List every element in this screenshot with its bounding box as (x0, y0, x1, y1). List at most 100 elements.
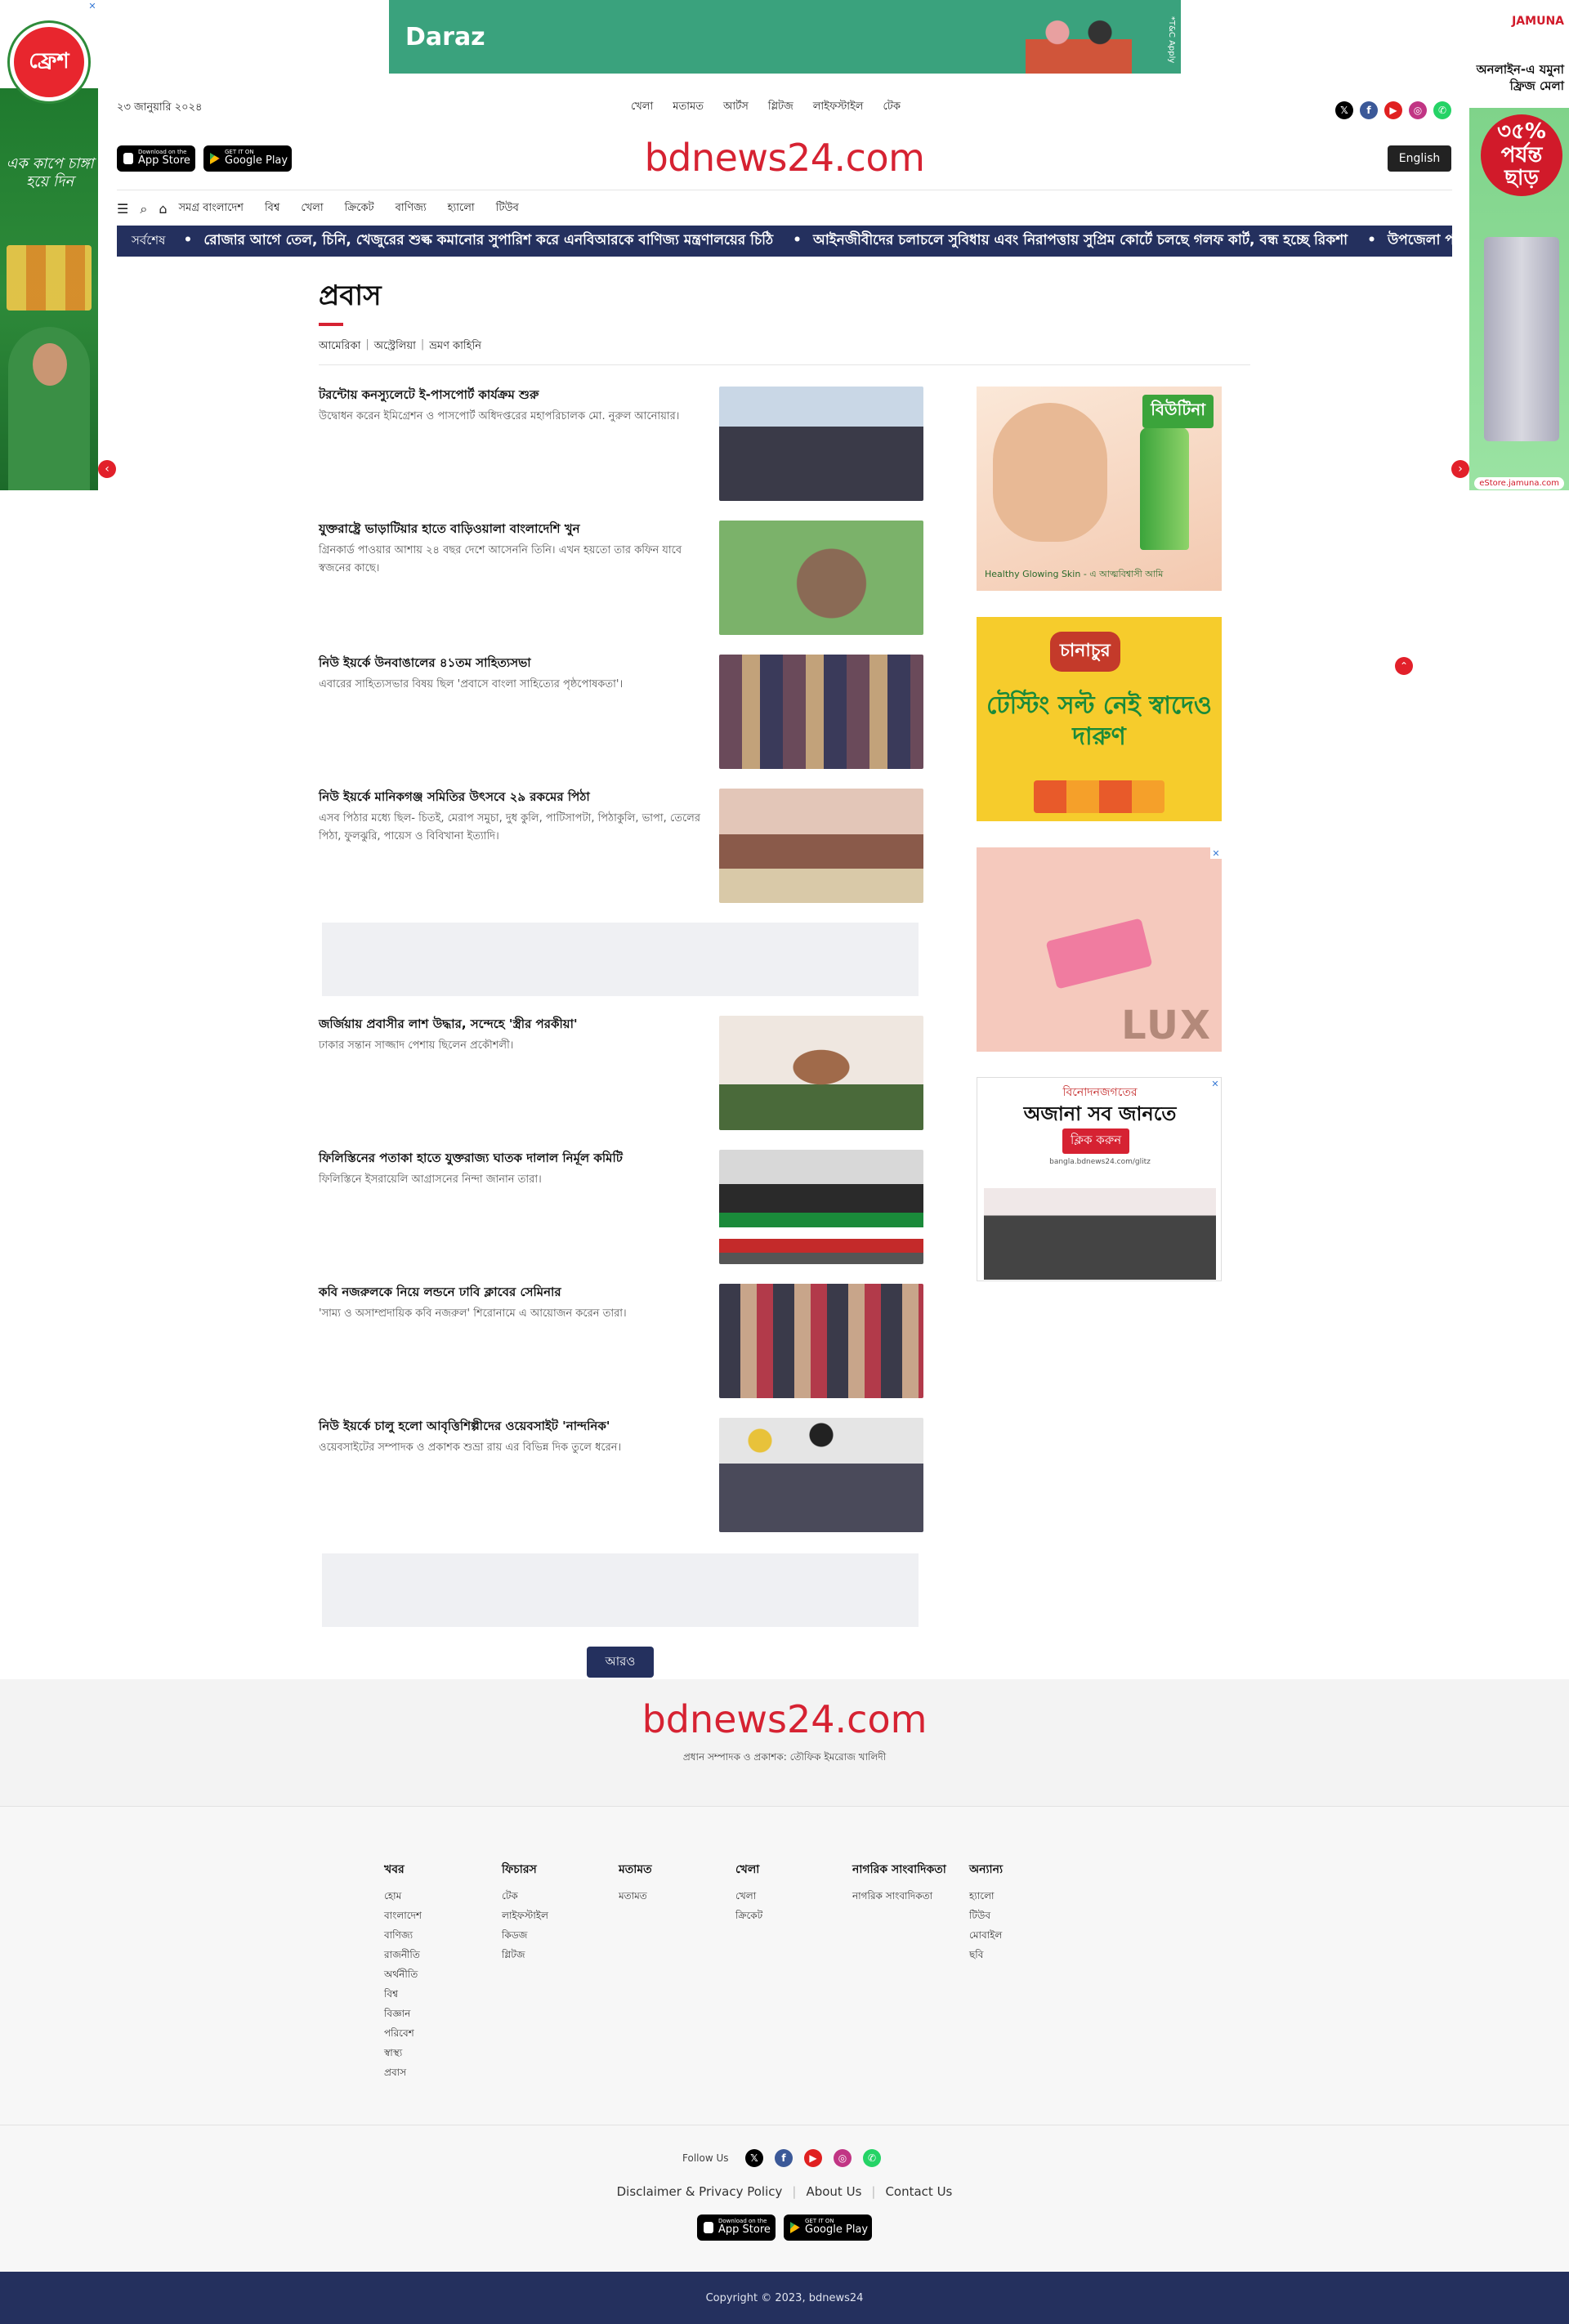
story-title[interactable]: জর্জিয়ায় প্রবাসীর লাশ উদ্ধার, সন্দেহে … (319, 1016, 703, 1032)
story-thumbnail[interactable] (719, 1150, 923, 1264)
nav-item[interactable]: খেলা (301, 200, 323, 217)
story-thumbnail[interactable] (719, 655, 923, 769)
ad-close-icon[interactable]: ✕ (87, 0, 98, 11)
footer-link[interactable]: Contact Us (875, 2184, 962, 2199)
footer-link[interactable]: খেলা (735, 1886, 842, 1906)
sidebar-ad[interactable]: LUX ✕ (977, 847, 1222, 1052)
x-icon[interactable]: 𝕏 (1335, 101, 1353, 119)
youtube-icon[interactable]: ▶ (1384, 101, 1402, 119)
ad-close-icon[interactable]: ✕ (1210, 847, 1222, 859)
footer-link[interactable]: পরিবেশ (384, 2023, 490, 2043)
nav-item[interactable]: ক্রিকেট (345, 200, 374, 217)
footer-link[interactable]: হোম (384, 1886, 490, 1906)
story-card[interactable]: ফিলিস্তিনের পতাকা হাতে যুক্তরাজ্য ঘাতক দ… (319, 1150, 923, 1264)
footer-link[interactable]: Disclaimer & Privacy Policy (607, 2184, 793, 2199)
story-card[interactable]: নিউ ইয়র্কে উনবাঙালের ৪১তম সাহিত্যসভা এব… (319, 655, 923, 769)
menu-icon[interactable]: ☰ (117, 201, 128, 217)
home-icon[interactable]: ⌂ (159, 201, 167, 217)
story-card[interactable]: জর্জিয়ায় প্রবাসীর লাশ উদ্ধার, সন্দেহে … (319, 1016, 923, 1130)
story-thumbnail[interactable] (719, 521, 923, 635)
youtube-icon[interactable]: ▶ (804, 2149, 822, 2167)
sidebar-ad[interactable]: চানাচুর টেস্টিং সল্ট নেই স্বাদেও দারুণ (977, 617, 1222, 821)
nav-item[interactable]: হ্যালো (448, 200, 475, 217)
footer-link[interactable]: নাগরিক সাংবাদিকতা (852, 1886, 967, 1906)
story-title[interactable]: নিউ ইয়র্কে মানিকগঞ্জ সমিতির উৎসবে ২৯ রক… (319, 789, 703, 805)
story-title[interactable]: যুক্তরাষ্ট্রে ভাড়াটিয়ার হাতে বাড়িওয়া… (319, 521, 703, 537)
story-title[interactable]: কবি নজরুলকে নিয়ে লন্ডনে ঢাবি ক্লাবের সে… (319, 1284, 703, 1300)
subnav-item[interactable]: আমেরিকা (319, 338, 360, 355)
top-link[interactable]: খেলা (631, 99, 653, 116)
whatsapp-icon[interactable]: ✆ (863, 2149, 881, 2167)
top-link[interactable]: লাইফস্টাইল (813, 99, 864, 116)
instagram-icon[interactable]: ◎ (1409, 101, 1427, 119)
story-thumbnail[interactable] (719, 1418, 923, 1532)
footer-link[interactable]: মতামত (619, 1886, 725, 1906)
footer-link[interactable]: স্বাস্থ্য (384, 2043, 490, 2063)
subnav-item[interactable]: অস্ট্রেলিয়া (374, 338, 416, 355)
footer-link[interactable]: বিশ্ব (384, 1984, 490, 2004)
story-title[interactable]: টরন্টোয় কনস্যুলেটে ই-পাসপোর্ট কার্যক্রম… (319, 387, 703, 403)
story-card[interactable]: নিউ ইয়র্কে মানিকগঞ্জ সমিতির উৎসবে ২৯ রক… (319, 789, 923, 903)
story-thumbnail[interactable] (719, 1284, 923, 1398)
load-more-button[interactable]: আরও (587, 1647, 654, 1678)
footer-link[interactable]: বাংলাদেশ (384, 1906, 490, 1925)
footer-link[interactable]: ক্রিকেট (735, 1906, 842, 1925)
sidebar-ad[interactable]: বিনোদনজগতের অজানা সব জানতে ক্লিক করুন ba… (977, 1077, 1222, 1281)
footer-link[interactable]: টিউব (969, 1906, 1075, 1925)
top-link[interactable]: মতামত (673, 99, 704, 116)
ad-link[interactable]: eStore.jamuna.com (1474, 477, 1564, 489)
ad-cta-button[interactable]: ক্লিক করুন (1062, 1128, 1130, 1154)
sidebar-ad[interactable]: বিউটিনা Healthy Glowing Skin - এ আত্মবিশ… (977, 387, 1222, 591)
footer-link[interactable]: প্রবাস (384, 2063, 490, 2082)
footer-link[interactable]: ছবি (969, 1945, 1075, 1964)
footer-link[interactable]: গ্লিটজ (502, 1945, 608, 1964)
story-title[interactable]: নিউ ইয়র্কে চালু হলো আবৃত্তিশিল্পীদের ওয… (319, 1418, 703, 1434)
story-title[interactable]: নিউ ইয়র্কে উনবাঙালের ৪১তম সাহিত্যসভা (319, 655, 703, 671)
search-icon[interactable]: ⌕ (140, 201, 147, 217)
footer-link[interactable]: বাণিজ্য (384, 1925, 490, 1945)
top-link[interactable]: গ্লিটজ (768, 99, 793, 116)
top-link[interactable]: আর্টস (723, 99, 749, 116)
ad-close-icon[interactable]: ✕ (1209, 1078, 1221, 1089)
facebook-icon[interactable]: f (1360, 101, 1378, 119)
nav-item[interactable]: বিশ্ব (265, 200, 279, 217)
nav-item[interactable]: বাণিজ্য (396, 200, 427, 217)
story-card[interactable]: যুক্তরাষ্ট্রে ভাড়াটিয়ার হাতে বাড়িওয়া… (319, 521, 923, 635)
nav-item[interactable]: টিউব (496, 200, 519, 217)
footer-link[interactable]: About Us (796, 2184, 871, 2199)
story-card[interactable]: নিউ ইয়র্কে চালু হলো আবৃত্তিশিল্পীদের ওয… (319, 1418, 923, 1532)
footer-logo[interactable]: bdnews24.com (0, 1697, 1569, 1741)
story-title[interactable]: ফিলিস্তিনের পতাকা হাতে যুক্তরাজ্য ঘাতক দ… (319, 1150, 703, 1166)
subnav-item[interactable]: ভ্রমণ কাহিনি (429, 338, 481, 355)
story-card[interactable]: টরন্টোয় কনস্যুলেটে ই-পাসপোর্ট কার্যক্রম… (319, 387, 923, 501)
left-ad-arrow-icon[interactable]: ‹ (98, 460, 116, 478)
scroll-up-icon[interactable]: ⌃ (1395, 657, 1413, 675)
ticker-item[interactable]: আইনজীবীদের চলাচলে সুবিধায় এবং নিরাপত্তা… (793, 230, 1348, 253)
nav-item[interactable]: সমগ্র বাংলাদেশ (178, 200, 243, 217)
google-play-button[interactable]: GET IT ON Google Play (784, 2215, 872, 2241)
facebook-icon[interactable]: f (775, 2149, 793, 2167)
instagram-icon[interactable]: ◎ (834, 2149, 852, 2167)
story-thumbnail[interactable] (719, 789, 923, 903)
app-store-button[interactable]: Download on the App Store (697, 2215, 776, 2241)
english-button[interactable]: English (1388, 145, 1451, 172)
footer-link[interactable]: লাইফস্টাইল (502, 1906, 608, 1925)
right-skyscraper-ad[interactable]: JAMUNA অনলাইন-এ যমুনা ফ্রিজ মেলা ৩৫% পর্… (1469, 0, 1569, 490)
site-logo[interactable]: bdnews24.com (0, 136, 1569, 180)
footer-link[interactable]: টেক (502, 1886, 608, 1906)
x-icon[interactable]: 𝕏 (745, 2149, 763, 2167)
footer-link[interactable]: রাজনীতি (384, 1945, 490, 1964)
story-thumbnail[interactable] (719, 1016, 923, 1130)
footer-link[interactable]: মোবাইল (969, 1925, 1075, 1945)
story-card[interactable]: কবি নজরুলকে নিয়ে লন্ডনে ঢাবি ক্লাবের সে… (319, 1284, 923, 1398)
footer-link[interactable]: অর্থনীতি (384, 1964, 490, 1984)
left-skyscraper-ad[interactable]: ফ্রেশ এক কাপে চাঙ্গা হয়ে দিন ✕ (0, 0, 98, 490)
top-link[interactable]: টেক (883, 99, 900, 116)
story-thumbnail[interactable] (719, 387, 923, 501)
footer-link[interactable]: কিডজ (502, 1925, 608, 1945)
footer-link[interactable]: বিজ্ঞান (384, 2004, 490, 2023)
ticker-item[interactable]: উপজেলা পরিষদের ভোট ইভেম (1367, 230, 1452, 253)
ticker-item[interactable]: রোজার আগে তেল, চিনি, খেজুরের শুল্ক কমানো… (183, 230, 773, 253)
top-banner-ad[interactable]: Daraz *T&C Apply (389, 0, 1181, 74)
footer-link[interactable]: হ্যালো (969, 1886, 1075, 1906)
